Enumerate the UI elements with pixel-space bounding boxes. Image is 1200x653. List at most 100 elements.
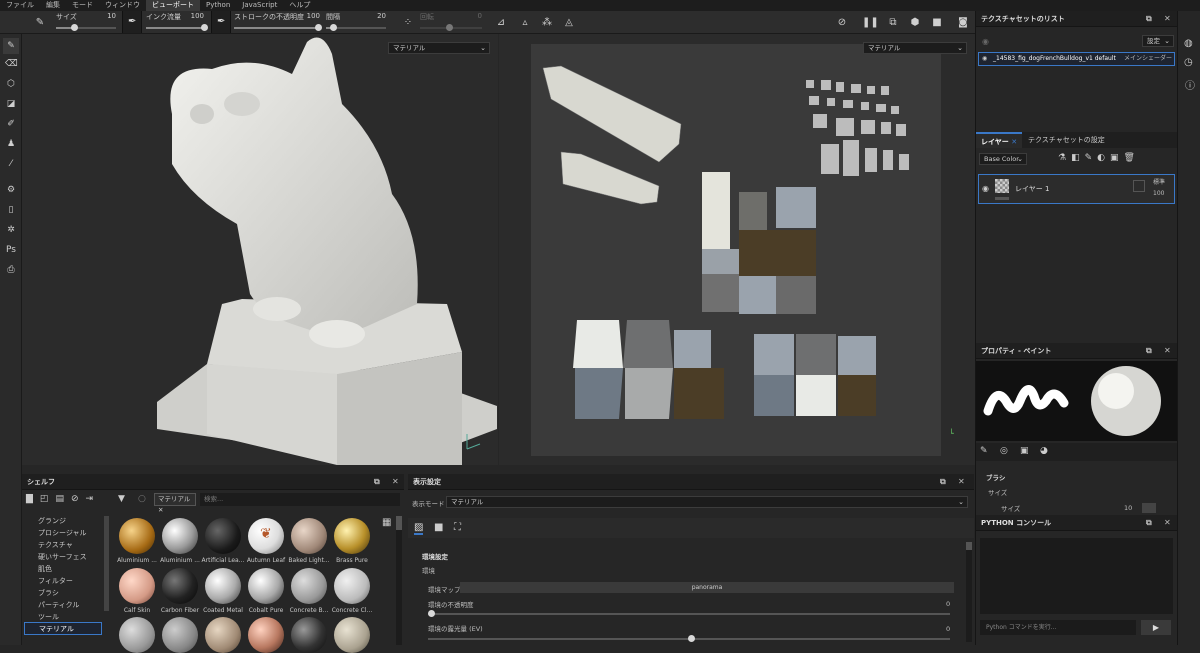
close-icon[interactable]: ✕ <box>1164 11 1171 27</box>
material-thumb-carbon-fiber[interactable] <box>162 568 198 604</box>
viewport3d-material-select[interactable]: マテリアル ⌄ <box>388 42 490 54</box>
texture-set-item[interactable]: ◉ _14583_fig_dogFrenchBulldog_v1 default… <box>978 52 1175 66</box>
menu-help[interactable]: ヘルプ <box>283 0 316 11</box>
close-tab-icon[interactable]: ✕ <box>1011 138 1017 146</box>
close-icon[interactable]: ✕ <box>158 506 163 514</box>
material-thumb-cobalt[interactable] <box>248 568 284 604</box>
screenshot-icon[interactable]: ◙ <box>956 16 970 30</box>
import-icon[interactable]: ▤ <box>55 494 71 504</box>
spacing-slider[interactable] <box>326 24 386 31</box>
filter-icon[interactable]: ▼ <box>118 494 125 504</box>
picker-icon[interactable]: ⁄ <box>5 158 17 170</box>
eraser-icon[interactable]: ⌫ <box>5 58 18 70</box>
rotation-slider[interactable] <box>420 24 482 31</box>
display-settings-scrollbar[interactable] <box>966 542 972 642</box>
symmetry-icon[interactable]: ▵ <box>518 16 532 30</box>
grid-view-icon[interactable]: ▦ <box>382 517 391 528</box>
material-tab-icon[interactable]: ◎ <box>1000 446 1008 456</box>
gear-small-icon[interactable]: ✲ <box>5 224 17 236</box>
material-thumb-row3-6[interactable] <box>334 617 370 653</box>
viewport2d-material-select[interactable]: マテリアル ⌄ <box>863 42 967 54</box>
add-group-icon[interactable]: ▣ <box>1110 153 1124 163</box>
category-hard-surface[interactable]: 硬いサーフェス <box>38 552 87 562</box>
material-thumb-row3-1[interactable] <box>119 617 155 653</box>
undock-icon[interactable]: ⧉ <box>1146 11 1152 27</box>
material-thumb-baked-light[interactable] <box>291 518 327 554</box>
info-icon[interactable]: ⓘ <box>1185 77 1195 92</box>
size-slider[interactable] <box>56 24 116 31</box>
material-thumb-row3-2[interactable] <box>162 617 198 653</box>
env-exposure-slider[interactable] <box>428 635 950 642</box>
env-opacity-slider[interactable] <box>428 610 950 617</box>
pen-pressure-toggle[interactable]: ✒ <box>122 11 142 33</box>
close-icon[interactable]: ✕ <box>958 474 965 490</box>
stencil-tab-icon[interactable]: ◕ <box>1040 446 1048 456</box>
refresh-icon[interactable]: ○ <box>138 494 146 504</box>
filter-tag[interactable]: マテリアル ✕ <box>154 493 196 514</box>
shelf-scrollbar[interactable] <box>396 516 402 645</box>
add-paint-layer-icon[interactable]: ✎ <box>1085 153 1098 163</box>
cube-icon[interactable]: ⬢ <box>908 16 922 30</box>
blend-mode[interactable]: 標準 <box>1153 177 1165 186</box>
folder-icon[interactable]: ▇ <box>26 494 40 504</box>
rotation-jitter-icon[interactable]: ⁘ <box>401 16 415 30</box>
material-thumb-calf-skin[interactable] <box>119 568 155 604</box>
flow-slider[interactable] <box>146 24 208 31</box>
run-button[interactable]: ▶ <box>1141 620 1171 635</box>
hide-icon[interactable]: ⊘ <box>71 494 86 504</box>
brush-preset-icon[interactable]: ✎ <box>33 16 47 30</box>
viewport-3d[interactable]: マテリアル ⌄ <box>22 34 498 465</box>
add-effect-icon[interactable]: ⚗ <box>1058 153 1071 163</box>
material-thumb-row3-3[interactable] <box>205 617 241 653</box>
close-icon[interactable]: ✕ <box>1164 515 1171 531</box>
new-folder-icon[interactable]: ◰ <box>40 494 56 504</box>
polygon-fill-icon[interactable]: ◪ <box>5 98 17 110</box>
export-icon[interactable]: ⎙ <box>5 264 17 276</box>
display-mode-select[interactable]: マテリアル ⌄ <box>446 496 968 508</box>
tab-layers[interactable]: レイヤー ✕ <box>976 132 1023 148</box>
eye-icon[interactable]: ◉ <box>982 53 987 65</box>
menu-file[interactable]: ファイル <box>0 0 40 11</box>
camera-icon[interactable]: ■ <box>930 16 944 30</box>
clone-icon[interactable]: ♟ <box>5 138 17 150</box>
pause-icon[interactable]: ❚❚ <box>862 16 879 30</box>
category-grunge[interactable]: グランジ <box>38 516 66 526</box>
material-thumb-coated-metal[interactable] <box>205 568 241 604</box>
delete-icon[interactable]: 🗑 <box>1124 153 1140 163</box>
material-thumb-autumn-leaf[interactable]: ❦ <box>248 518 284 554</box>
undock-icon[interactable]: ⧉ <box>374 474 380 490</box>
viewport-2d[interactable]: マテリアル ⌄ └ <box>499 34 975 465</box>
channel-select[interactable]: Base Color ⌄ <box>979 153 1027 165</box>
visibility-toggle-icon[interactable]: ◉ <box>982 37 989 46</box>
texture-set-settings-dropdown[interactable]: 設定 ⌄ <box>1142 35 1174 47</box>
material-thumb-concrete-b[interactable] <box>291 568 327 604</box>
stroke-opacity-slider[interactable] <box>234 24 322 31</box>
stencil-icon[interactable]: ◬ <box>562 16 576 30</box>
photoshop-export-icon[interactable]: Ps <box>5 244 17 256</box>
camera-sync-icon[interactable]: ⊘ <box>835 16 849 30</box>
menu-viewport[interactable]: ビューポート <box>146 0 200 11</box>
category-tool[interactable]: ツール <box>38 612 59 622</box>
history-icon[interactable]: ◷ <box>1184 57 1193 68</box>
menu-mode[interactable]: モード <box>66 0 99 11</box>
close-icon[interactable]: ✕ <box>1164 343 1171 359</box>
python-command-input[interactable]: Python コマンドを実行... <box>980 620 1136 635</box>
material-thumb-concrete-cl[interactable] <box>334 568 370 604</box>
paint-brush-icon[interactable]: ✎ <box>3 38 19 54</box>
globe-icon[interactable]: ◍ <box>1184 38 1193 49</box>
layer-row[interactable]: ◉ レイヤー 1 標準 100 <box>978 174 1175 204</box>
undock-icon[interactable]: ⧉ <box>1146 343 1152 359</box>
category-particle[interactable]: パーティクル <box>38 600 79 610</box>
material-thumb-brass[interactable] <box>334 518 370 554</box>
material-thumb-artificial-leather[interactable] <box>205 518 241 554</box>
category-filter[interactable]: フィルター <box>38 576 73 586</box>
category-skin[interactable]: 肌色 <box>38 564 52 574</box>
projection-icon[interactable]: ⬡ <box>5 78 17 90</box>
lazy-mouse-icon[interactable]: ⊿ <box>494 16 508 30</box>
category-procedural[interactable]: プロシージャル <box>38 528 87 538</box>
view-mode-icon[interactable]: ⧉ <box>886 16 900 30</box>
menu-window[interactable]: ウィンドウ <box>99 0 146 11</box>
settings-icon[interactable]: ⚙ <box>5 184 17 196</box>
add-fill-layer-icon[interactable]: ◐ <box>1097 153 1110 163</box>
category-material[interactable]: マテリアル <box>24 622 102 635</box>
